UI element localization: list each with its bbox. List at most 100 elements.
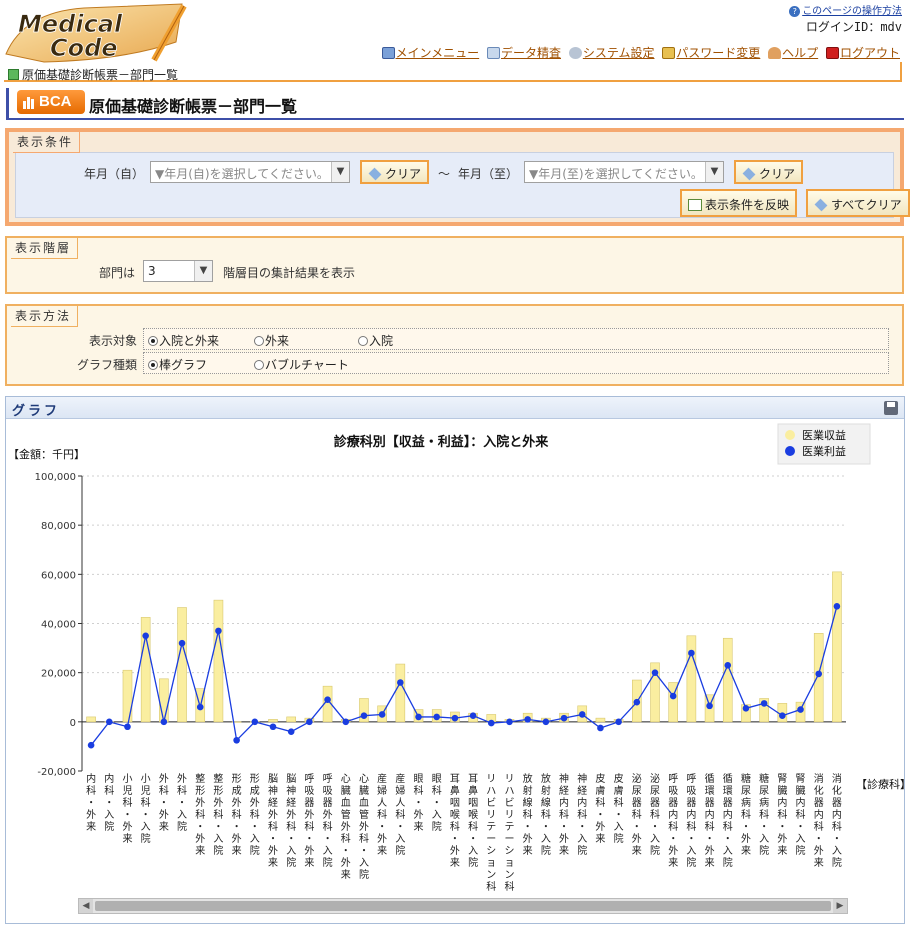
y-tick-label: -20,000 [37, 767, 76, 778]
profit-point [215, 627, 222, 635]
profit-point [578, 711, 586, 718]
legend-swatch-revenue [785, 430, 795, 440]
menu-password-change[interactable]: パスワード変更 [662, 46, 760, 60]
profit-point [306, 718, 313, 726]
profit-point [742, 705, 750, 712]
revenue-profit-chart: 診療科別【収益・利益】：入院と外来 【金額：千円】 【診療科】 医業収益 医業利… [8, 423, 904, 893]
scroll-right-icon[interactable]: ▶ [833, 899, 847, 913]
radio-bubble-chart[interactable]: バブルチャート [254, 356, 349, 373]
x-tick-label: 眼科・入院 [432, 773, 442, 833]
chart-horizontal-scrollbar[interactable]: ◀ ▶ [78, 898, 848, 914]
profit-point [178, 639, 186, 647]
chevron-down-icon: ▼ [194, 261, 212, 281]
revenue-bar [722, 637, 733, 723]
apply-conditions-button[interactable]: 表示条件を反映 [680, 189, 798, 217]
x-tick-label: 整形外科・入院 [213, 772, 223, 857]
profit-point [196, 703, 204, 711]
radio-inpatient[interactable]: 入院 [358, 332, 393, 349]
scroll-left-icon[interactable]: ◀ [79, 899, 93, 913]
target-radio-group: 入院と外来 外来 入院 [143, 328, 889, 350]
y-axis-label: 【金額：千円】 [8, 447, 85, 461]
x-tick-label: 小児科・入院 [141, 773, 151, 845]
page-help-link[interactable]: ? このページの操作方法 [789, 6, 902, 17]
profit-point [233, 736, 240, 744]
profit-point [324, 696, 331, 704]
x-tick-label: 腎臓内科・入院 [796, 773, 806, 857]
main-menubar: メインメニュー データ精査 システム設定 パスワード変更 ヘルプ ログアウト [378, 44, 900, 61]
profit-point [797, 706, 804, 713]
menu-main[interactable]: メインメニュー [381, 46, 479, 60]
x-tick-label: 形成外科・入院 [250, 773, 260, 857]
x-tick-label: 神経内科・入院 [577, 772, 587, 857]
menu-logout[interactable]: ログアウト [825, 46, 900, 60]
radio-inpatient-outpatient[interactable]: 入院と外来 [148, 332, 219, 349]
profit-point [487, 719, 495, 727]
radio-icon [358, 336, 368, 346]
chevron-down-icon: ▼ [331, 162, 349, 182]
profit-point [251, 718, 259, 726]
profit-point [524, 716, 531, 723]
profit-point [597, 724, 604, 732]
revenue-bar [177, 607, 187, 723]
logo-line2: Code [50, 34, 118, 62]
profit-point [87, 741, 95, 749]
eraser-icon [742, 167, 756, 181]
graph-panel: グラフ 診療科別【収益・利益】：入院と外来 【金額：千円】 【診療科】 医業収益… [5, 396, 905, 924]
radio-selected-icon [148, 360, 158, 370]
from-month-select[interactable]: ▼年月(自)を選択してください。 ▼ [150, 161, 350, 183]
y-tick-label: 0 [70, 718, 76, 729]
profit-point [287, 728, 295, 735]
radio-icon [254, 336, 264, 346]
eraser-icon [368, 167, 382, 181]
x-tick-label: 泌尿器科・外来 [632, 772, 642, 857]
y-tick-label: 100,000 [35, 472, 76, 483]
radio-icon [254, 360, 264, 370]
radio-outpatient[interactable]: 外来 [254, 332, 289, 349]
legend-swatch-profit [785, 446, 795, 456]
x-tick-label: 消化器内科・外来 [814, 772, 824, 869]
radio-bar-graph[interactable]: 棒グラフ [148, 356, 207, 373]
clear-from-button[interactable]: クリア [360, 160, 430, 184]
save-icon[interactable] [884, 401, 898, 415]
menu-system-settings[interactable]: システム設定 [568, 46, 654, 60]
x-tick-label: 内科・入院 [104, 772, 114, 833]
target-label: 表示対象 [89, 334, 138, 348]
profit-point [378, 711, 386, 718]
x-tick-label: 放射線科・外来 [523, 772, 533, 857]
profit-point [633, 698, 641, 706]
x-tick-label: 耳鼻咽喉科・外来 [450, 773, 460, 869]
profit-point [342, 718, 350, 726]
menu-data-review[interactable]: データ精査 [486, 46, 561, 60]
profit-point [542, 718, 550, 726]
x-tick-label: 消化器内科・入院 [832, 772, 842, 869]
to-month-select[interactable]: ▼年月(至)を選択してください。 ▼ [524, 161, 724, 183]
menu-icon [381, 47, 395, 59]
legend-profit: 医業利益 [802, 444, 846, 458]
x-tick-label: 眼科・外来 [414, 773, 424, 833]
profit-point [269, 723, 277, 731]
scrollbar-thumb[interactable] [95, 901, 831, 911]
menu-help[interactable]: ヘルプ [768, 46, 818, 60]
revenue-bar [86, 716, 96, 723]
x-tick-label: 泌尿器科・入院 [650, 772, 660, 857]
data-icon [486, 47, 500, 59]
x-tick-label: 循環器内科・外来 [705, 772, 715, 869]
chevron-down-icon: ▼ [705, 162, 723, 182]
profit-point [506, 718, 513, 726]
revenue-bar [286, 716, 296, 723]
x-tick-label: 神経内科・外来 [559, 772, 569, 857]
method-legend: 表示方法 [11, 306, 79, 327]
conditions-legend: 表示条件 [13, 132, 81, 153]
clear-to-button[interactable]: クリア [734, 160, 804, 184]
profit-point [833, 602, 841, 610]
revenue-bar [395, 663, 406, 723]
x-tick-label: 放射線科・入院 [541, 772, 551, 857]
profit-point [415, 713, 422, 721]
clear-all-button[interactable]: すべてクリア [806, 189, 910, 217]
type-label: グラフ種類 [77, 358, 138, 372]
chart-title: 診療科別【収益・利益】：入院と外来 [334, 434, 550, 450]
x-tick-label: 耳鼻咽喉科・入院 [468, 773, 478, 869]
layer-select[interactable]: 3 ▼ [143, 260, 213, 282]
layer-prefix: 部門は [99, 266, 136, 280]
x-axis-label: 【診療科】 [856, 777, 904, 791]
